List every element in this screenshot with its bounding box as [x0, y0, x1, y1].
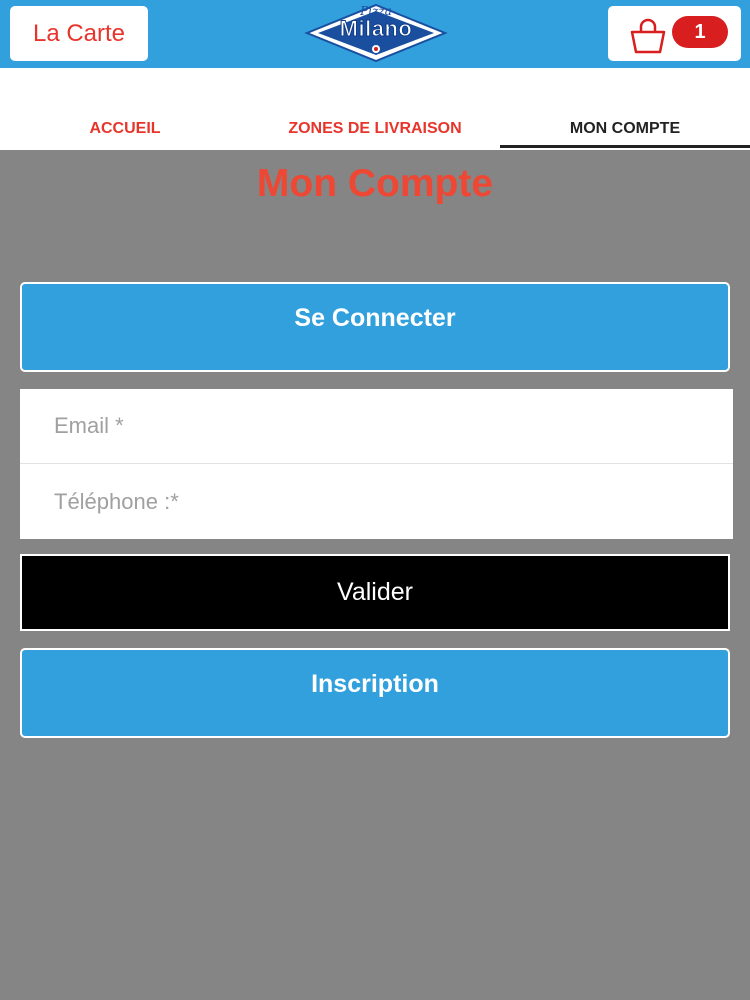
valider-button[interactable]: Valider	[20, 554, 730, 631]
se-connecter-button[interactable]: Se Connecter	[20, 282, 730, 372]
shopping-bag-icon	[630, 18, 666, 54]
top-bar: La Carte Pizza Milano 1	[0, 0, 750, 68]
tab-bar: ACCUEIL ZONES DE LIVRAISON MON COMPTE	[0, 68, 750, 150]
milano-logo[interactable]: Pizza Milano	[304, 2, 448, 64]
email-input[interactable]	[20, 389, 733, 464]
inscription-button[interactable]: Inscription	[20, 648, 730, 738]
telephone-input[interactable]	[20, 464, 733, 539]
cart-count-badge: 1	[672, 16, 728, 48]
tab-zones-de-livraison[interactable]: ZONES DE LIVRAISON	[250, 120, 500, 148]
login-form	[20, 389, 733, 539]
cart-button[interactable]: 1	[608, 6, 741, 61]
tab-accueil[interactable]: ACCUEIL	[0, 120, 250, 148]
la-carte-button[interactable]: La Carte	[10, 6, 148, 61]
page-title: Mon Compte	[256, 162, 494, 205]
logo-text: Milano	[339, 16, 413, 42]
tab-mon-compte[interactable]: MON COMPTE	[500, 120, 750, 148]
